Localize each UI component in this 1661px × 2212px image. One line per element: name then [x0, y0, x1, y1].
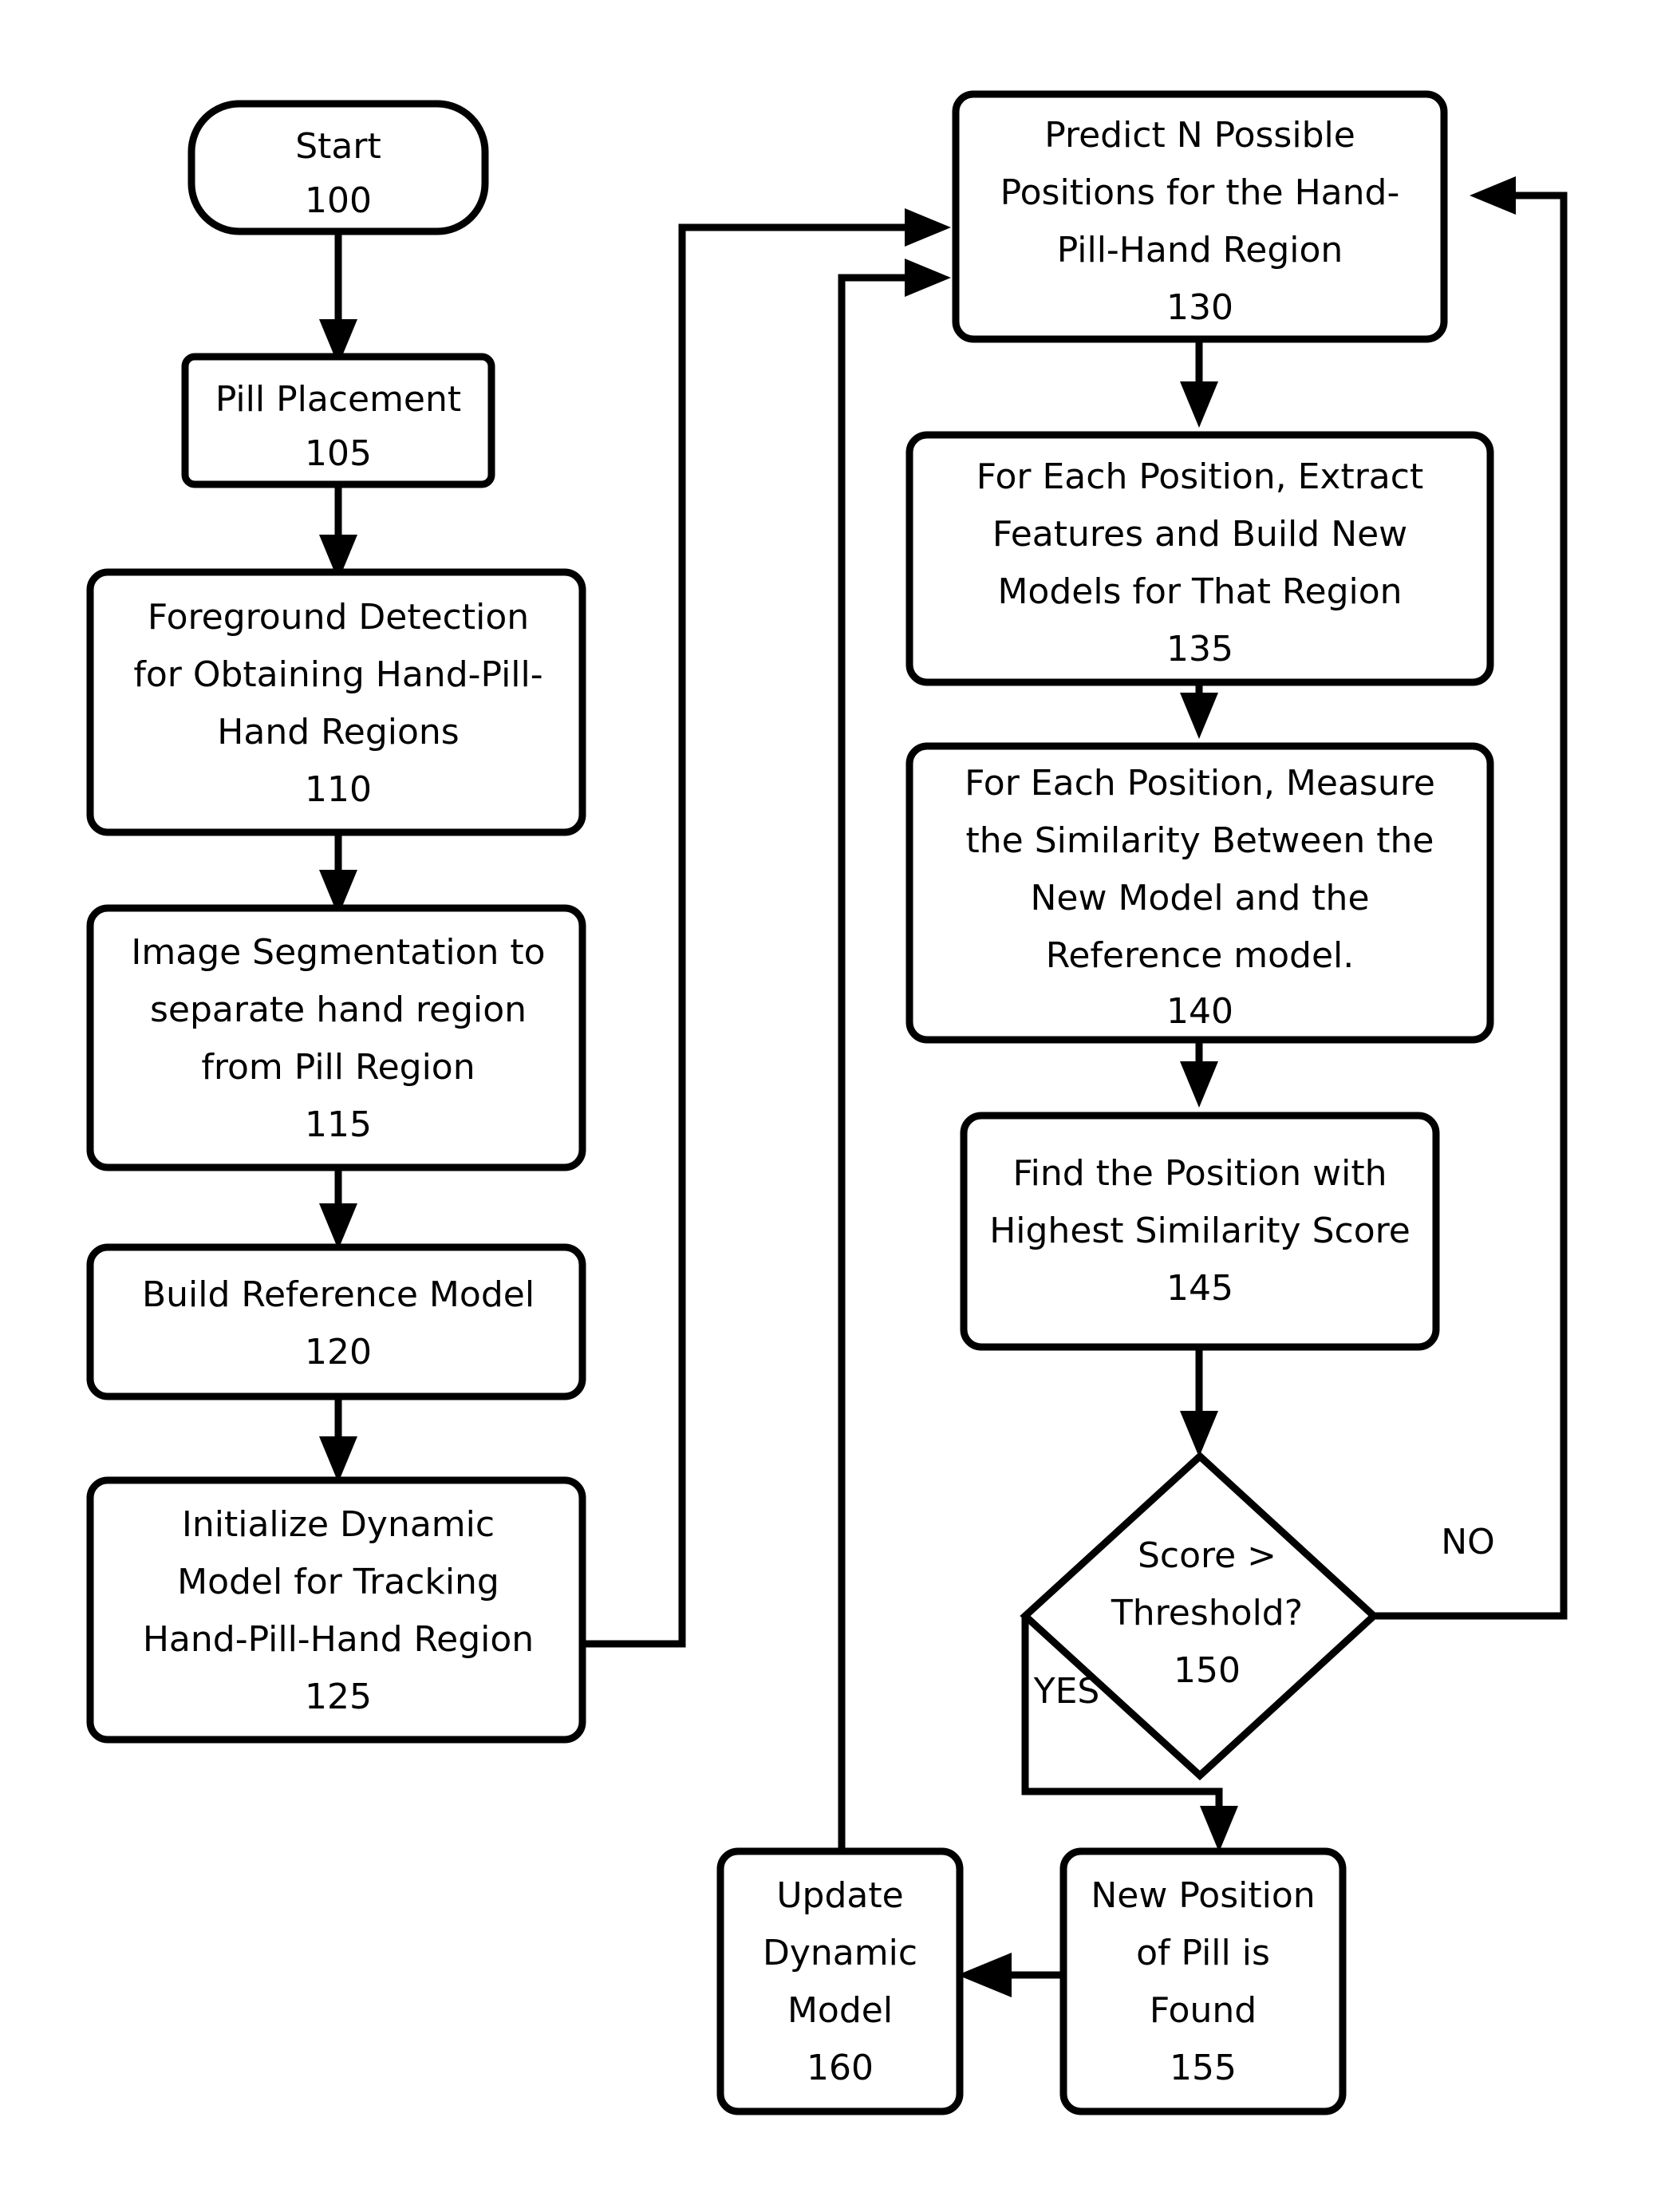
node-115-line1: Image Segmentation to	[131, 932, 545, 973]
node-135-line4: 135	[1166, 629, 1233, 670]
node-110-line3: Hand Regions	[217, 712, 459, 752]
edge-145-to-150	[1180, 1347, 1218, 1457]
node-140-line4: Reference model.	[1046, 935, 1355, 976]
node-predict-positions-130[interactable]: Predict N Possible Positions for the Han…	[952, 90, 1448, 343]
node-155-line1: New Position	[1091, 1875, 1315, 1916]
node-image-segmentation-115[interactable]: Image Segmentation to separate hand regi…	[86, 904, 586, 1171]
edge-140-to-145	[1180, 1040, 1218, 1108]
node-125-line4: 125	[305, 1677, 372, 1717]
node-105-line1: Pill Placement	[215, 379, 461, 420]
node-125-line1: Initialize Dynamic	[182, 1504, 495, 1545]
node-shape-build-reference-model	[86, 1243, 586, 1400]
node-start-line2: 100	[305, 180, 372, 221]
node-start-100[interactable]: Start 100	[187, 100, 489, 235]
node-140-line1: For Each Position, Measure	[965, 763, 1435, 804]
node-160-line2: Dynamic	[763, 1933, 917, 1973]
arrow-head-icon	[905, 259, 951, 297]
node-135-line3: Models for That Region	[997, 571, 1402, 612]
node-130-line1: Predict N Possible	[1044, 115, 1355, 156]
edge-label-yes: YES	[1033, 1671, 1100, 1712]
node-110-line2: for Obtaining Hand-Pill-	[133, 654, 542, 695]
node-start-line1: Start	[295, 126, 381, 167]
edge-155-to-160	[957, 1953, 1063, 1997]
node-140-line3: New Model and the	[1030, 878, 1369, 918]
node-160-line1: Update	[776, 1875, 903, 1916]
arrow-head-icon	[1180, 1411, 1218, 1457]
arrow-head-icon	[319, 1436, 357, 1483]
flowchart-canvas: Start 100 Pill Placement 105 Foreground …	[0, 0, 1661, 2212]
arrow-head-icon	[1180, 1061, 1218, 1108]
node-140-line2: the Similarity Between the	[966, 820, 1434, 861]
node-150-line2: Threshold?	[1111, 1593, 1303, 1633]
node-135-line2: Features and Build New	[992, 514, 1407, 555]
edge-120-to-125	[319, 1396, 357, 1483]
node-150-line3: 150	[1174, 1650, 1241, 1691]
arrow-head-icon	[957, 1953, 1012, 1997]
node-115-line2: separate hand region	[150, 989, 527, 1030]
edge-130-to-135	[1180, 339, 1218, 428]
node-155-line4: 155	[1170, 2048, 1237, 2088]
node-155-line2: of Pill is	[1136, 1933, 1270, 1973]
node-110-line4: 110	[305, 769, 372, 810]
node-145-line1: Find the Position with	[1013, 1153, 1387, 1194]
node-measure-similarity-140[interactable]: For Each Position, Measure the Similarit…	[905, 742, 1494, 1044]
node-145-line3: 145	[1166, 1268, 1233, 1309]
node-new-position-found-155[interactable]: New Position of Pill is Found 155	[1059, 1847, 1347, 2115]
node-score-threshold-150[interactable]: Score > Threshold? 150	[1020, 1451, 1379, 1781]
node-foreground-detection-110[interactable]: Foreground Detection for Obtaining Hand-…	[86, 568, 586, 836]
node-115-line4: 115	[305, 1104, 372, 1145]
node-130-line3: Pill-Hand Region	[1057, 230, 1343, 271]
node-125-line3: Hand-Pill-Hand Region	[143, 1619, 534, 1660]
edge-125-to-130	[582, 208, 951, 1648]
edge-105-to-110	[319, 484, 357, 581]
flowchart-svg: Start 100 Pill Placement 105 Foreground …	[86, 90, 1568, 2115]
node-110-line1: Foreground Detection	[148, 597, 529, 638]
node-160-line4: 160	[807, 2048, 874, 2088]
node-140-line5: 140	[1166, 991, 1233, 1032]
node-build-reference-model-120[interactable]: Build Reference Model 120	[86, 1243, 586, 1400]
arrow-head-icon	[319, 1203, 357, 1250]
edge-100-to-105	[319, 231, 357, 365]
edge-110-to-115	[319, 832, 357, 916]
arrow-head-icon	[1470, 176, 1516, 215]
arrow-head-icon	[1200, 1806, 1238, 1852]
node-155-line3: Found	[1150, 1990, 1257, 2031]
node-find-highest-score-145[interactable]: Find the Position with Highest Similarit…	[960, 1112, 1440, 1351]
node-115-line3: from Pill Region	[201, 1047, 475, 1088]
node-105-line2: 105	[305, 433, 372, 474]
node-120-line1: Build Reference Model	[142, 1274, 535, 1315]
arrow-head-icon	[905, 208, 951, 247]
arrow-head-icon	[1180, 381, 1218, 428]
node-130-line4: 130	[1166, 287, 1233, 328]
node-145-line2: Highest Similarity Score	[989, 1211, 1410, 1251]
node-135-line1: For Each Position, Extract	[976, 456, 1423, 497]
node-pill-placement-105[interactable]: Pill Placement 105	[181, 353, 495, 488]
node-extract-features-135[interactable]: For Each Position, Extract Features and …	[905, 431, 1494, 686]
arrow-head-icon	[1180, 693, 1218, 739]
edge-115-to-120	[319, 1167, 357, 1250]
node-130-line2: Positions for the Hand-	[1000, 172, 1400, 213]
node-update-dynamic-model-160[interactable]: Update Dynamic Model 160	[716, 1847, 964, 2115]
node-125-line2: Model for Tracking	[177, 1562, 499, 1602]
edge-label-no: NO	[1441, 1522, 1495, 1562]
node-150-line1: Score >	[1138, 1535, 1276, 1576]
node-160-line3: Model	[787, 1990, 893, 2031]
node-120-line2: 120	[305, 1332, 372, 1373]
edge-135-to-140	[1180, 682, 1218, 739]
node-initialize-dynamic-model-125[interactable]: Initialize Dynamic Model for Tracking Ha…	[86, 1476, 586, 1744]
